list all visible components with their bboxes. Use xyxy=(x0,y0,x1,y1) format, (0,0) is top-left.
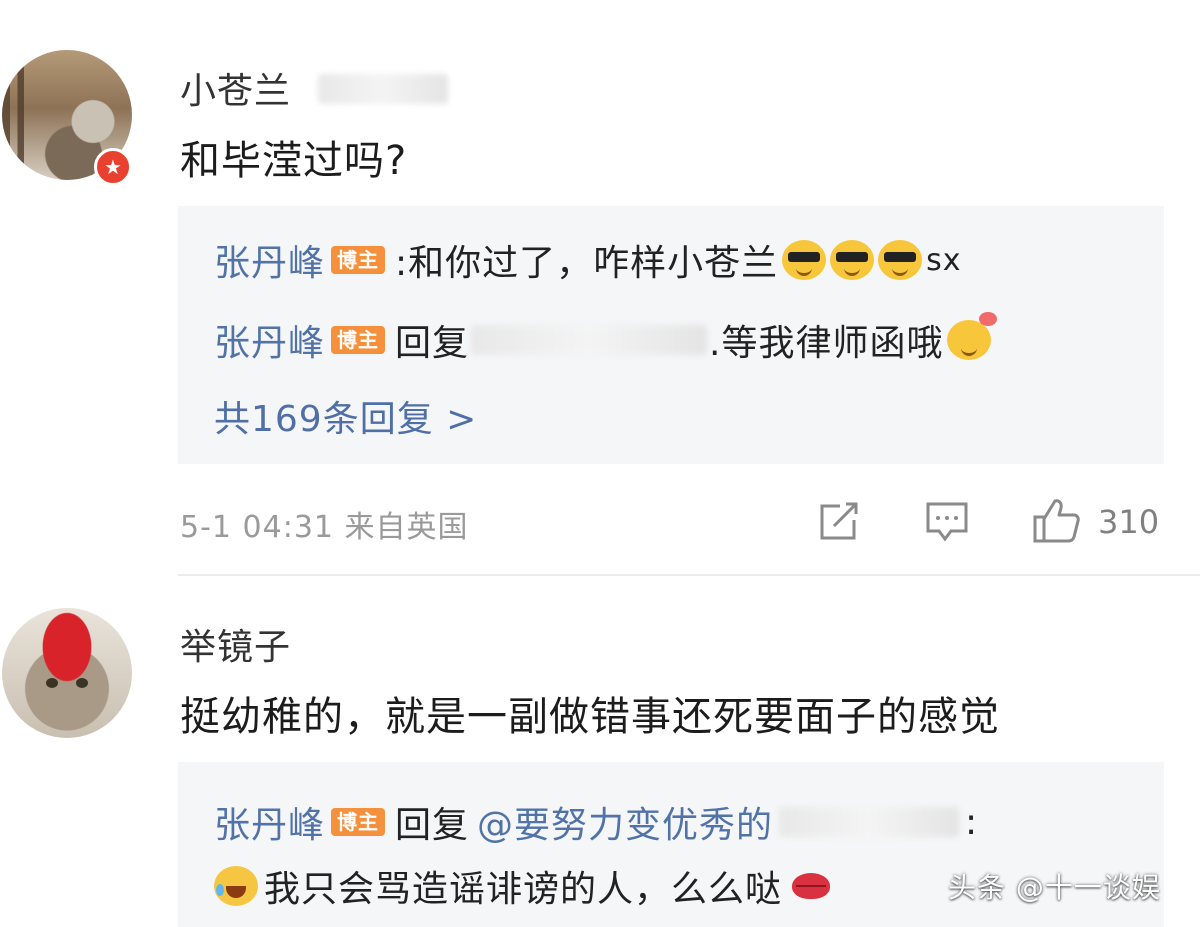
reply-text: 我只会骂造谣诽谤的人，么么哒 xyxy=(264,869,783,910)
comment-username[interactable]: 小苍兰 xyxy=(180,62,291,114)
blurred-mention xyxy=(471,325,708,355)
reply-author[interactable]: 张丹峰 xyxy=(214,314,325,366)
comment-content: 挺幼稚的，就是一副做错事还死要面子的感觉 xyxy=(180,694,1000,740)
reply-suffix: sx xyxy=(926,242,962,278)
reply-item: 张丹峰 博主 回复 .等我律师函哦 xyxy=(214,312,998,366)
comment-username[interactable]: 举镜子 xyxy=(180,618,291,670)
reply-author[interactable]: 张丹峰 xyxy=(214,796,325,848)
comment-icon[interactable] xyxy=(924,500,970,544)
watermark: 头条 @十一谈娱 xyxy=(948,871,1161,904)
share-icon[interactable] xyxy=(816,500,862,544)
like-icon[interactable] xyxy=(1030,496,1082,546)
blurred-username-suffix xyxy=(318,74,448,104)
reply-item: 我只会骂造谣诽谤的人，么么哒 xyxy=(214,860,831,912)
blogger-tag: 博主 xyxy=(331,808,386,836)
reply-box[interactable]: 张丹峰 博主 :和你过了，咋样小苍兰 sx 张丹峰 博主 回复 .等我律师函哦 … xyxy=(178,206,1164,464)
reply-item: 张丹峰 博主 回复 @要努力变优秀的 : xyxy=(214,796,978,848)
laugh-cry-emoji-icon xyxy=(214,866,258,906)
avatar[interactable] xyxy=(2,608,132,738)
like-count: 310 xyxy=(1098,503,1160,541)
blogger-tag: 博主 xyxy=(331,326,386,354)
sunglasses-emoji-icon xyxy=(830,240,875,280)
reply-author[interactable]: 张丹峰 xyxy=(214,234,325,286)
reply-text: .等我律师函哦 xyxy=(709,323,944,364)
reply-prefix: 回复 xyxy=(395,805,470,846)
comment-content: 和毕滢过吗? xyxy=(180,138,408,184)
reply-prefix: 回复 xyxy=(395,323,470,364)
reply-text: :和你过了，咋样小苍兰 xyxy=(395,243,779,284)
kiss-lips-icon xyxy=(792,873,831,899)
reply-item: 张丹峰 博主 :和你过了，咋样小苍兰 sx xyxy=(214,234,962,286)
comment-timestamp: 5-1 04:31 来自英国 xyxy=(180,510,469,545)
view-more-replies-link[interactable]: 共169条回复 > xyxy=(214,390,477,442)
sunglasses-emoji-icon xyxy=(878,240,923,280)
sunglasses-emoji-icon xyxy=(782,240,827,280)
mention-link[interactable]: @要努力变优秀的 xyxy=(477,796,773,848)
blurred-mention xyxy=(779,807,960,837)
comment-divider xyxy=(178,574,1200,576)
reply-colon: : xyxy=(965,801,979,843)
thinking-emoji-icon xyxy=(947,312,998,360)
star-badge-icon: ★ xyxy=(94,148,132,186)
blogger-tag: 博主 xyxy=(331,246,386,274)
